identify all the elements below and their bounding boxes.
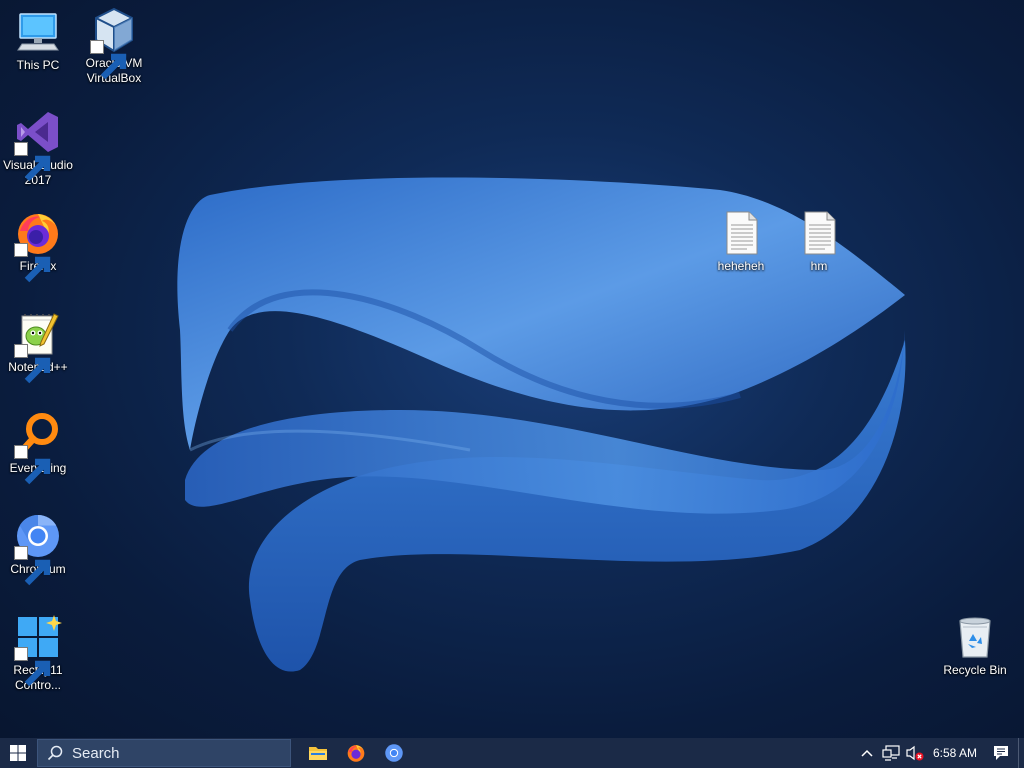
- wallpaper-bloom: [177, 177, 906, 672]
- notifications-icon: [994, 746, 1008, 760]
- desktop-icon-rectify11[interactable]: Rectify11 Contro...: [0, 613, 76, 693]
- network-button[interactable]: [879, 738, 903, 768]
- computer-icon: [14, 8, 62, 56]
- desktop-icon-chromium[interactable]: Chromium: [0, 512, 76, 586]
- windows-logo-icon: [10, 745, 26, 761]
- desktop-icon-virtualbox[interactable]: Oracle VM VirtualBox: [76, 6, 152, 86]
- desktop-icon-heheheh[interactable]: heheheh: [703, 209, 779, 274]
- desktop-icon-this-pc[interactable]: This PC: [0, 8, 76, 73]
- desktop-icon-notepadpp[interactable]: Notepad++: [0, 310, 76, 384]
- desktop-icon-hm[interactable]: hm: [781, 209, 857, 274]
- show-desktop-button[interactable]: [1018, 738, 1024, 768]
- volume-muted-icon: [906, 745, 924, 761]
- desktop[interactable]: This PC Oracle VM VirtualBox Visual Stud…: [0, 0, 1024, 738]
- firefox-icon: [347, 745, 365, 762]
- search-placeholder: Search: [72, 744, 120, 762]
- text-file-icon: [795, 209, 843, 257]
- desktop-icon-label: Recycle Bin: [943, 663, 1007, 677]
- volume-button[interactable]: [903, 738, 927, 768]
- desktop-icon-everything[interactable]: Everything: [0, 411, 76, 485]
- notification-center-button[interactable]: [986, 738, 1016, 768]
- chevron-up-icon: [861, 749, 873, 757]
- shortcut-arrow-icon: [14, 344, 51, 384]
- shortcut-arrow-icon: [14, 445, 51, 485]
- shortcut-arrow-icon: [14, 546, 51, 586]
- virtualbox-icon: [90, 6, 138, 80]
- shortcut-arrow-icon: [90, 40, 127, 80]
- desktop-icon-label: hm: [810, 259, 828, 273]
- show-hidden-icons-button[interactable]: [855, 738, 879, 768]
- desktop-icon-label: This PC: [16, 58, 60, 72]
- shortcut-arrow-icon: [14, 243, 51, 283]
- taskbar-firefox[interactable]: [337, 738, 375, 768]
- chromium-icon: [14, 512, 62, 586]
- start-button[interactable]: [0, 738, 36, 768]
- visual-studio-icon: [14, 108, 62, 182]
- taskbar-file-explorer[interactable]: [299, 738, 337, 768]
- recycle-bin-icon: [951, 613, 999, 661]
- system-tray: 6:58 AM: [855, 738, 1024, 768]
- taskbar-search-box[interactable]: Search: [37, 739, 291, 767]
- taskbar-chromium[interactable]: [375, 738, 413, 768]
- shortcut-arrow-icon: [14, 647, 51, 687]
- firefox-icon: [14, 209, 62, 283]
- notepadpp-icon: [14, 310, 62, 384]
- everything-search-icon: [14, 411, 62, 485]
- desktop-icon-label: heheheh: [717, 259, 765, 273]
- desktop-icon-firefox[interactable]: Firefox: [0, 209, 76, 283]
- chromium-icon: [385, 744, 403, 762]
- rectify11-icon: [14, 613, 62, 687]
- text-file-icon: [717, 209, 765, 257]
- search-icon: [38, 745, 72, 761]
- desktop-icon-visual-studio[interactable]: Visual Studio 2017: [0, 108, 76, 188]
- taskbar: Search 6:58 AM: [0, 738, 1024, 768]
- file-explorer-icon: [309, 747, 327, 760]
- clock[interactable]: 6:58 AM: [927, 738, 986, 768]
- desktop-icon-recycle-bin[interactable]: Recycle Bin: [937, 613, 1013, 678]
- network-icon: [882, 745, 900, 761]
- shortcut-arrow-icon: [14, 142, 51, 182]
- clock-time: 6:58 AM: [932, 746, 977, 760]
